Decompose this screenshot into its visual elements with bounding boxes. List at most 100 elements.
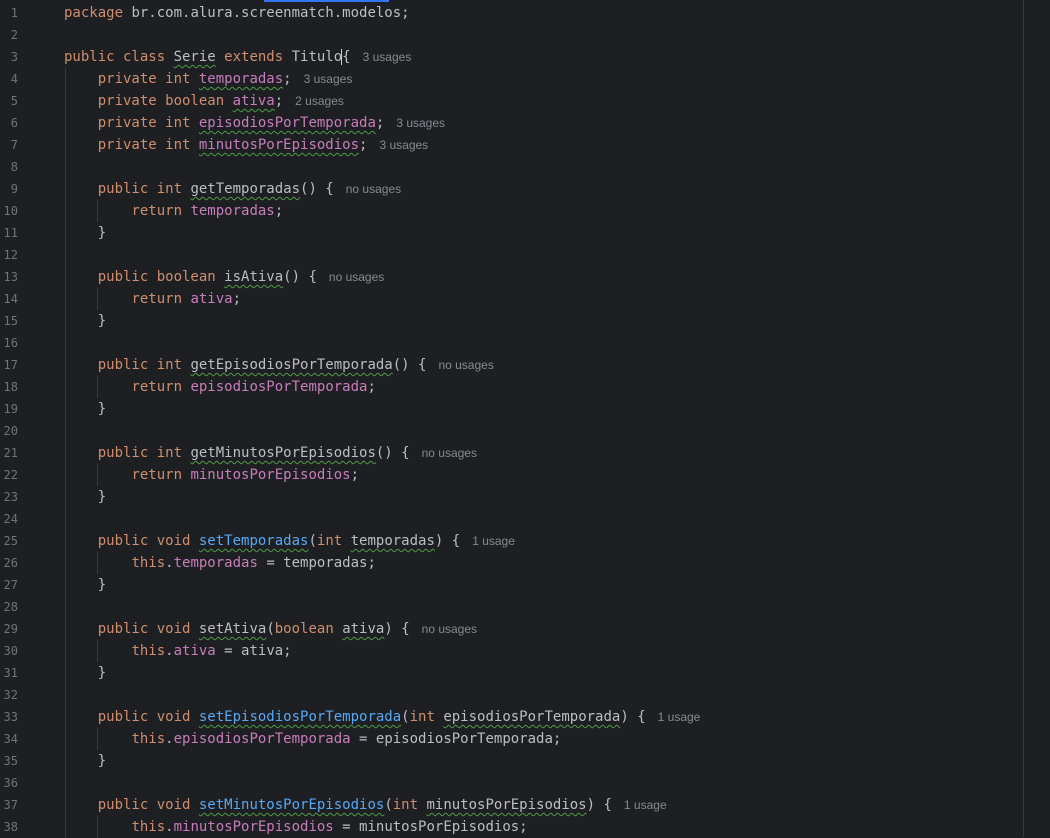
line-number[interactable]: 31 — [0, 662, 18, 684]
code-token: ; — [274, 93, 284, 109]
usages-inlay-hint[interactable]: 3 usages — [292, 72, 353, 86]
usages-inlay-hint[interactable]: 1 usage — [646, 710, 701, 724]
line-number[interactable]: 14 — [0, 288, 18, 310]
usages-inlay-hint[interactable]: 1 usage — [612, 798, 667, 812]
code-line[interactable]: public int getTemporadas() {no usages — [60, 178, 1024, 200]
line-number[interactable]: 28 — [0, 596, 18, 618]
code-line[interactable]: package br.com.alura.screenmatch.modelos… — [60, 2, 1024, 24]
usages-inlay-hint[interactable]: no usages — [334, 182, 401, 196]
usages-inlay-hint[interactable]: 1 usage — [460, 534, 515, 548]
code-line[interactable]: public class Serie extends Titulo{3 usag… — [60, 46, 1024, 68]
line-number-gutter[interactable]: 1 2 3 4 5 6 7 8 9 10 11 12 13 14 15 16 17 18 19 20 21 22 23 24 2… — [0, 0, 60, 837]
line-number[interactable]: 19 — [0, 398, 18, 420]
code-line[interactable]: private int episodiosPorTemporada; 3 usag… — [60, 112, 1024, 134]
line-number[interactable]: 34 — [0, 728, 18, 750]
code-line[interactable]: } — [60, 662, 1024, 684]
code-token: ) { — [586, 797, 612, 813]
code-area[interactable]: package br.com.alura.screenmatch.modelos… — [60, 0, 1024, 838]
code-line[interactable]: return episodiosPorTemporada; — [60, 376, 1024, 398]
line-number[interactable]: 2 — [0, 24, 18, 46]
line-number[interactable]: 36 — [0, 772, 18, 794]
line-number[interactable]: 18 — [0, 376, 18, 398]
code-line[interactable]: return ativa; — [60, 288, 1024, 310]
code-line[interactable] — [60, 332, 1024, 354]
code-line[interactable]: private int minutosPorEpisodios; 3 usages — [60, 134, 1024, 156]
code-line[interactable]: this.episodiosPorTemporada = episodiosPo… — [60, 728, 1024, 750]
usages-inlay-hint[interactable]: 3 usages — [351, 50, 412, 64]
line-number[interactable]: 15 — [0, 310, 18, 332]
code-line[interactable]: } — [60, 486, 1024, 508]
line-number[interactable]: 27 — [0, 574, 18, 596]
code-line[interactable]: public void setAtiva(boolean ativa) {no … — [60, 618, 1024, 640]
line-number[interactable]: 26 — [0, 552, 18, 574]
line-number[interactable]: 25 — [0, 530, 18, 552]
code-line-content: } — [64, 222, 106, 244]
line-number[interactable]: 22 — [0, 464, 18, 486]
line-number[interactable]: 16 — [0, 332, 18, 354]
code-line[interactable]: return temporadas; — [60, 200, 1024, 222]
code-line[interactable]: public void setEpisodiosPorTemporada(int… — [60, 706, 1024, 728]
code-line[interactable] — [60, 684, 1024, 706]
code-line[interactable]: } — [60, 574, 1024, 596]
code-line-content: return episodiosPorTemporada; — [64, 376, 375, 398]
code-token: ( — [401, 709, 410, 725]
line-number[interactable]: 24 — [0, 508, 18, 530]
code-line[interactable]: this.temporadas = temporadas; — [60, 552, 1024, 574]
code-line[interactable]: public void setTemporadas(int temporadas… — [60, 530, 1024, 552]
usages-inlay-hint[interactable]: no usages — [426, 358, 493, 372]
code-line[interactable]: private int temporadas; 3 usages — [60, 68, 1024, 90]
line-number[interactable]: 32 — [0, 684, 18, 706]
code-line[interactable] — [60, 24, 1024, 46]
line-number[interactable]: 7 — [0, 134, 18, 156]
line-number[interactable]: 35 — [0, 750, 18, 772]
code-line[interactable] — [60, 596, 1024, 618]
line-number[interactable]: 13 — [0, 266, 18, 288]
code-line[interactable]: } — [60, 222, 1024, 244]
usages-inlay-hint[interactable]: 2 usages — [283, 94, 344, 108]
line-number[interactable]: 10 — [0, 200, 18, 222]
code-line[interactable] — [60, 156, 1024, 178]
code-line[interactable]: public boolean isAtiva() {no usages — [60, 266, 1024, 288]
line-number[interactable]: 37 — [0, 794, 18, 816]
code-line[interactable]: } — [60, 398, 1024, 420]
line-number[interactable]: 8 — [0, 156, 18, 178]
code-editor[interactable]: 1 2 3 4 5 6 7 8 9 10 11 12 13 14 15 16 17 18 19 20 21 22 23 24 2… — [0, 0, 1050, 838]
line-number[interactable]: 17 — [0, 354, 18, 376]
code-line-content: this.ativa = ativa; — [64, 640, 291, 662]
line-number[interactable]: 38 — [0, 816, 18, 838]
line-number[interactable]: 3 — [0, 46, 18, 68]
line-number[interactable]: 33 — [0, 706, 18, 728]
line-number[interactable]: 4 — [0, 68, 18, 90]
usages-inlay-hint[interactable]: no usages — [410, 622, 477, 636]
code-line[interactable]: public int getEpisodiosPorTemporada() {n… — [60, 354, 1024, 376]
code-line[interactable]: public void setMinutosPorEpisodios(int m… — [60, 794, 1024, 816]
usages-inlay-hint[interactable]: 3 usages — [384, 116, 445, 130]
line-number[interactable]: 5 — [0, 90, 18, 112]
usages-inlay-hint[interactable]: 3 usages — [367, 138, 428, 152]
line-number[interactable]: 29 — [0, 618, 18, 640]
code-line[interactable]: this.ativa = ativa; — [60, 640, 1024, 662]
code-line[interactable]: public int getMinutosPorEpisodios() {no … — [60, 442, 1024, 464]
usages-inlay-hint[interactable]: no usages — [317, 270, 384, 284]
line-number[interactable]: 21 — [0, 442, 18, 464]
code-line[interactable] — [60, 244, 1024, 266]
code-line[interactable]: return minutosPorEpisodios; — [60, 464, 1024, 486]
line-number[interactable]: 23 — [0, 486, 18, 508]
code-line[interactable] — [60, 772, 1024, 794]
code-line[interactable]: } — [60, 750, 1024, 772]
line-number[interactable]: 6 — [0, 112, 18, 134]
line-number[interactable]: 12 — [0, 244, 18, 266]
usages-inlay-hint[interactable]: no usages — [410, 446, 477, 460]
code-line[interactable]: } — [60, 310, 1024, 332]
code-line[interactable]: private boolean ativa; 2 usages — [60, 90, 1024, 112]
line-number[interactable]: 30 — [0, 640, 18, 662]
right-margin-guide — [1023, 0, 1024, 837]
line-number[interactable]: 11 — [0, 222, 18, 244]
line-number[interactable]: 1 — [0, 2, 18, 24]
code-line[interactable] — [60, 420, 1024, 442]
code-line[interactable] — [60, 508, 1024, 530]
line-number[interactable]: 9 — [0, 178, 18, 200]
line-number[interactable]: 20 — [0, 420, 18, 442]
code-line[interactable]: this.minutosPorEpisodios = minutosPorEpi… — [60, 816, 1024, 838]
